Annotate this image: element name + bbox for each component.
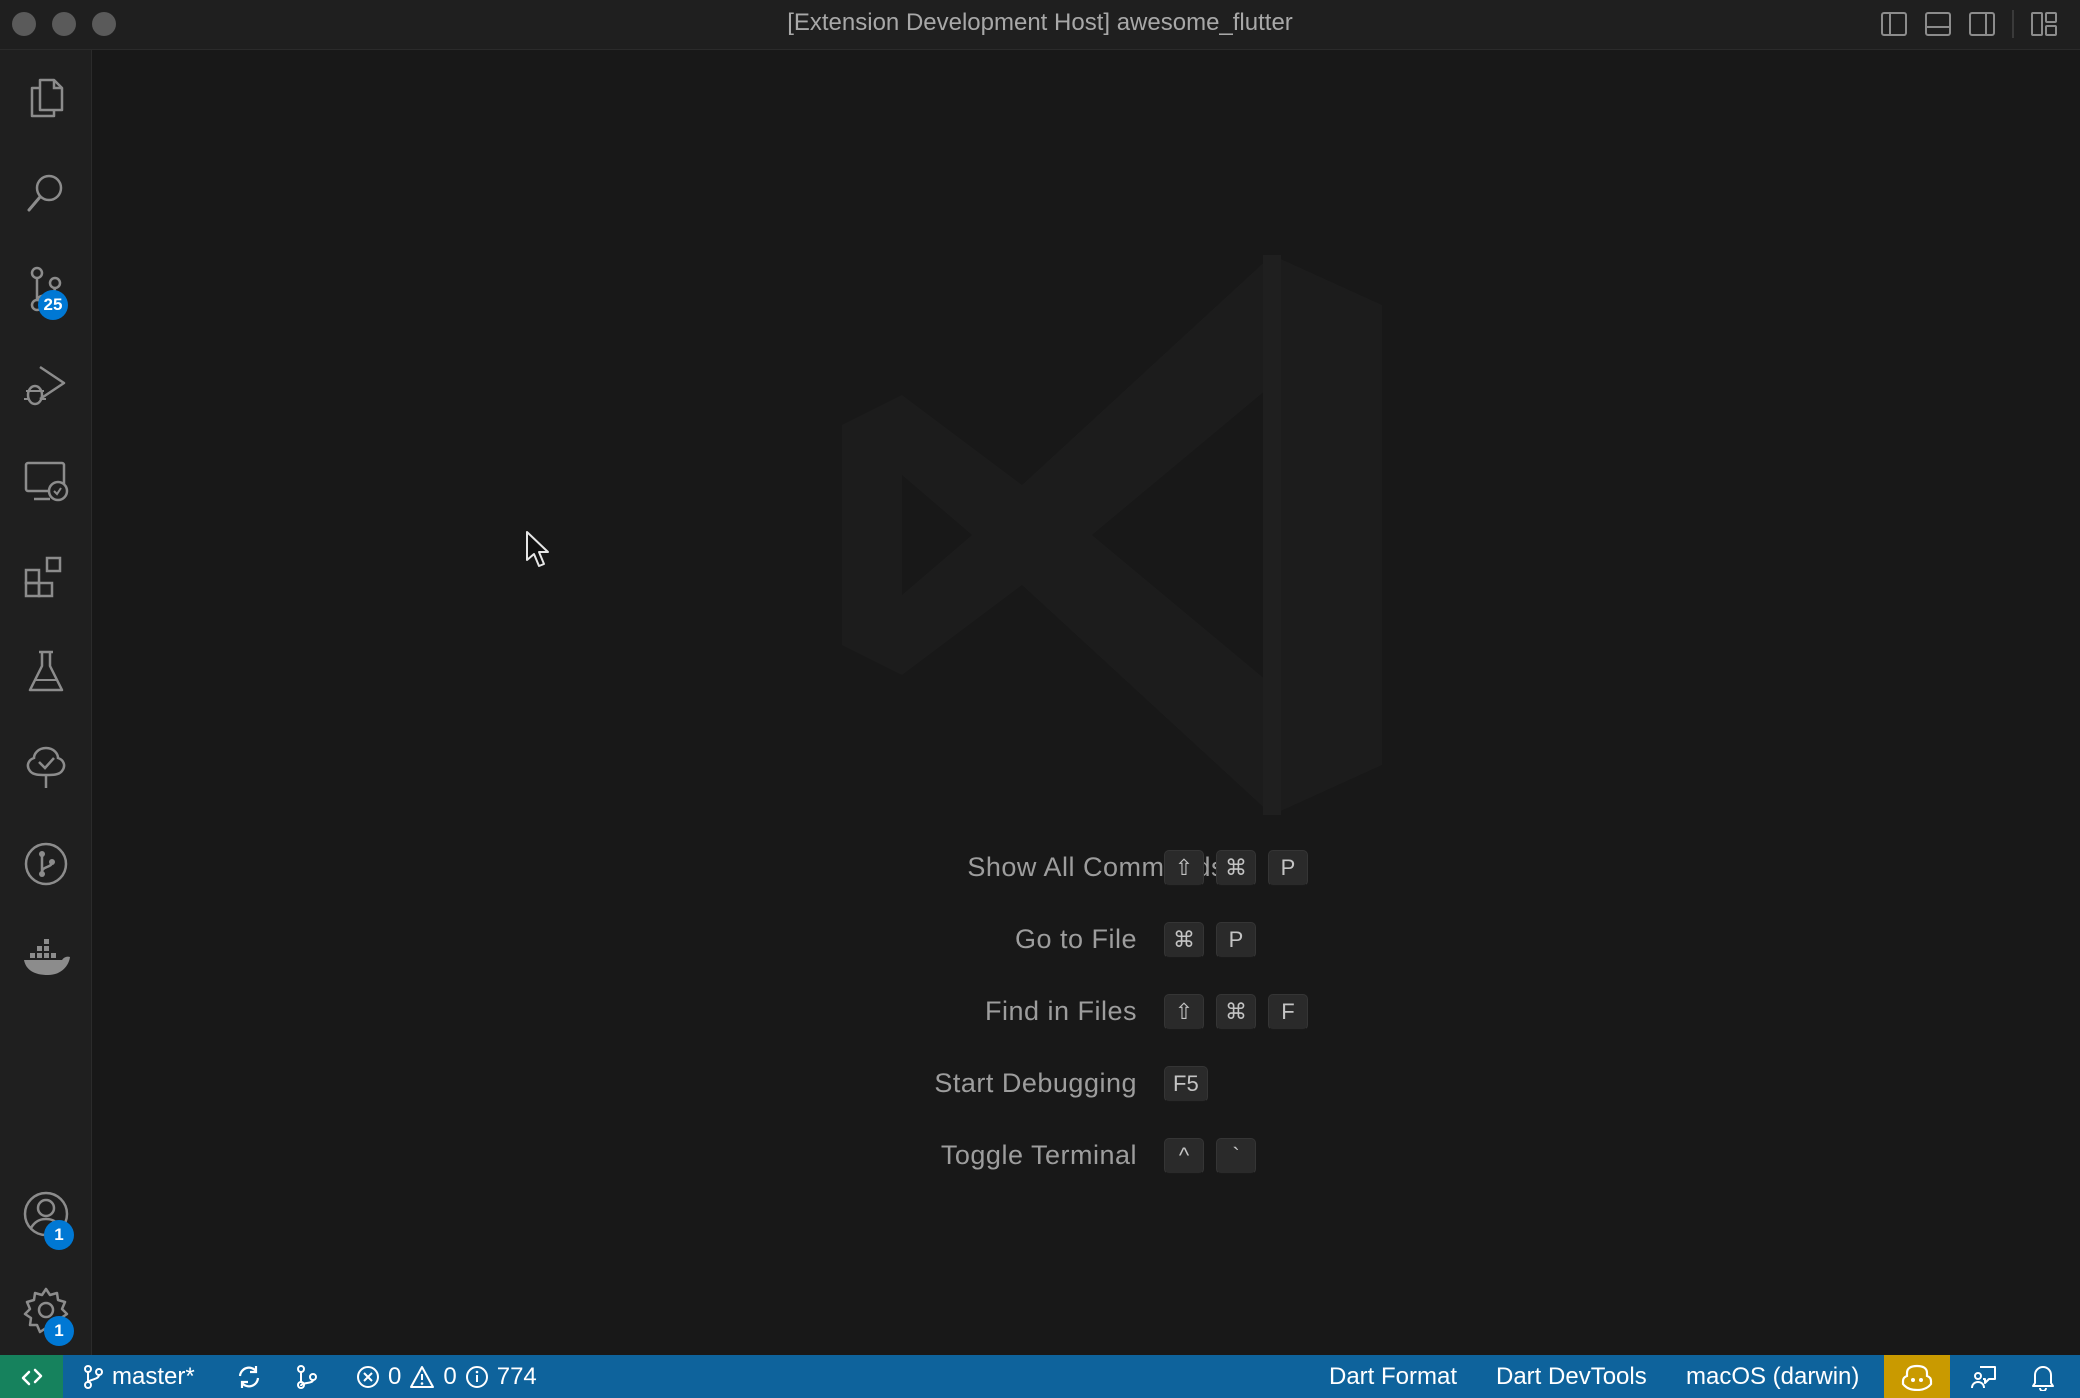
activity-manage[interactable]: 1 xyxy=(0,1264,92,1356)
toggle-secondary-sidebar-button[interactable] xyxy=(1966,9,1998,39)
warning-count: 0 xyxy=(443,1362,457,1390)
info-icon xyxy=(465,1365,488,1388)
title-separator xyxy=(2012,10,2014,38)
shortcut-show-all-commands[interactable]: Show All Commands xyxy=(92,847,1225,887)
extensions-icon xyxy=(24,556,62,598)
activity-bar: 25 1 1 xyxy=(0,50,92,1355)
sync-icon xyxy=(238,1365,260,1388)
remote-indicator[interactable] xyxy=(0,1355,63,1398)
branch-status[interactable]: master* xyxy=(82,1355,195,1398)
manage-badge: 1 xyxy=(44,1316,74,1346)
panel-bottom-icon xyxy=(1925,12,1951,36)
shortcut-go-to-file[interactable]: Go to File xyxy=(92,919,1137,959)
git-graph-status-icon xyxy=(297,1364,317,1389)
editor-area: Show All Commands ⇧ ⌘ P Go to File ⌘ P F… xyxy=(92,50,2080,1355)
command-key: ⌘ xyxy=(1216,850,1256,886)
feedback-icon xyxy=(1971,1365,1996,1388)
shortcut-label: Go to File xyxy=(1014,923,1137,954)
customize-layout-button[interactable] xyxy=(2028,9,2060,39)
sidebar-left-icon xyxy=(1881,12,1907,36)
vscode-window: [Extension Development Host] awesome_flu… xyxy=(0,0,2080,1398)
shortcut-label: Toggle Terminal xyxy=(940,1139,1137,1170)
remote-explorer-icon xyxy=(24,461,69,502)
bell-icon xyxy=(2032,1365,2054,1391)
beaker-icon xyxy=(28,650,64,692)
copilot-status[interactable] xyxy=(1884,1355,1950,1398)
activity-search[interactable] xyxy=(0,147,92,239)
f5-key: F5 xyxy=(1164,1066,1208,1102)
shortcut-find-in-files[interactable]: Find in Files xyxy=(92,991,1137,1031)
shortcut-list: Show All Commands ⇧ ⌘ P Go to File ⌘ P F… xyxy=(92,50,2080,1355)
shortcut-toggle-terminal[interactable]: Toggle Terminal xyxy=(92,1135,1137,1175)
toggle-primary-sidebar-button[interactable] xyxy=(1878,9,1910,39)
shortcut-label: Find in Files xyxy=(984,995,1137,1026)
status-bar: master* 0 0 774 Dart Format Dart DevTool… xyxy=(0,1355,2080,1398)
p-key: P xyxy=(1268,850,1308,886)
dart-format-label: Dart Format xyxy=(1329,1362,1458,1390)
shortcut-keys: ⇧ ⌘ F xyxy=(1164,994,1308,1030)
control-key: ^ xyxy=(1164,1138,1204,1174)
info-count: 774 xyxy=(496,1362,537,1390)
sidebar-right-icon xyxy=(1969,12,1995,36)
shortcut-keys: ⇧ ⌘ P xyxy=(1164,850,1308,886)
activity-testing[interactable] xyxy=(0,626,92,718)
copilot-icon xyxy=(1901,1364,1933,1391)
activity-source-control[interactable]: 25 xyxy=(0,243,92,335)
source-control-badge: 25 xyxy=(38,290,68,320)
activity-docker[interactable] xyxy=(0,914,92,1006)
feedback-button[interactable] xyxy=(1970,1355,1998,1398)
files-icon xyxy=(30,78,64,118)
error-icon xyxy=(357,1365,379,1388)
command-key: ⌘ xyxy=(1216,994,1256,1030)
f-key: F xyxy=(1268,994,1308,1030)
remote-icon xyxy=(21,1368,42,1385)
device-label: macOS (darwin) xyxy=(1686,1362,1860,1390)
dart-format-button[interactable]: Dart Format xyxy=(1329,1355,1457,1398)
git-graph-status[interactable] xyxy=(294,1355,320,1398)
activity-git-graph[interactable] xyxy=(0,818,92,910)
activity-flutter-outline[interactable] xyxy=(0,722,92,814)
device-selector[interactable]: macOS (darwin) xyxy=(1686,1355,1859,1398)
sync-button[interactable] xyxy=(234,1355,264,1398)
problems-status[interactable]: 0 0 774 xyxy=(356,1355,537,1398)
shift-key: ⇧ xyxy=(1164,994,1204,1030)
toggle-panel-button[interactable] xyxy=(1922,9,1954,39)
activity-explorer[interactable] xyxy=(0,52,92,144)
shortcut-label: Start Debugging xyxy=(934,1067,1137,1098)
shortcut-keys: F5 xyxy=(1164,1066,1208,1102)
dart-devtools-label: Dart DevTools xyxy=(1496,1362,1647,1390)
run-debug-icon xyxy=(24,365,66,406)
shortcut-keys: ⌘ P xyxy=(1164,922,1256,958)
branch-name: master* xyxy=(112,1362,195,1390)
activity-remote-explorer[interactable] xyxy=(0,435,92,527)
command-key: ⌘ xyxy=(1164,922,1204,958)
window-title: [Extension Development Host] awesome_flu… xyxy=(787,9,1293,36)
p-key: P xyxy=(1216,922,1256,958)
activity-extensions[interactable] xyxy=(0,530,92,622)
warning-icon xyxy=(410,1365,435,1388)
shortcut-start-debugging[interactable]: Start Debugging xyxy=(92,1063,1137,1103)
notifications-button[interactable] xyxy=(2030,1355,2056,1398)
shift-key: ⇧ xyxy=(1164,850,1204,886)
title-bar: [Extension Development Host] awesome_flu… xyxy=(0,0,2080,50)
activity-run-debug[interactable] xyxy=(0,339,92,431)
accounts-badge: 1 xyxy=(44,1220,74,1250)
shortcut-keys: ^ ` xyxy=(1164,1138,1256,1174)
branch-icon xyxy=(84,1364,103,1389)
dart-devtools-button[interactable]: Dart DevTools xyxy=(1496,1355,1647,1398)
activity-accounts[interactable]: 1 xyxy=(0,1168,92,1260)
layout-icon xyxy=(2031,12,2057,36)
mouse-cursor-icon xyxy=(526,531,549,567)
error-count: 0 xyxy=(388,1362,402,1390)
tree-check-icon xyxy=(26,746,66,788)
git-graph-icon xyxy=(24,842,68,886)
docker-icon xyxy=(24,939,70,975)
search-icon xyxy=(27,174,63,212)
backtick-key: ` xyxy=(1216,1138,1256,1174)
